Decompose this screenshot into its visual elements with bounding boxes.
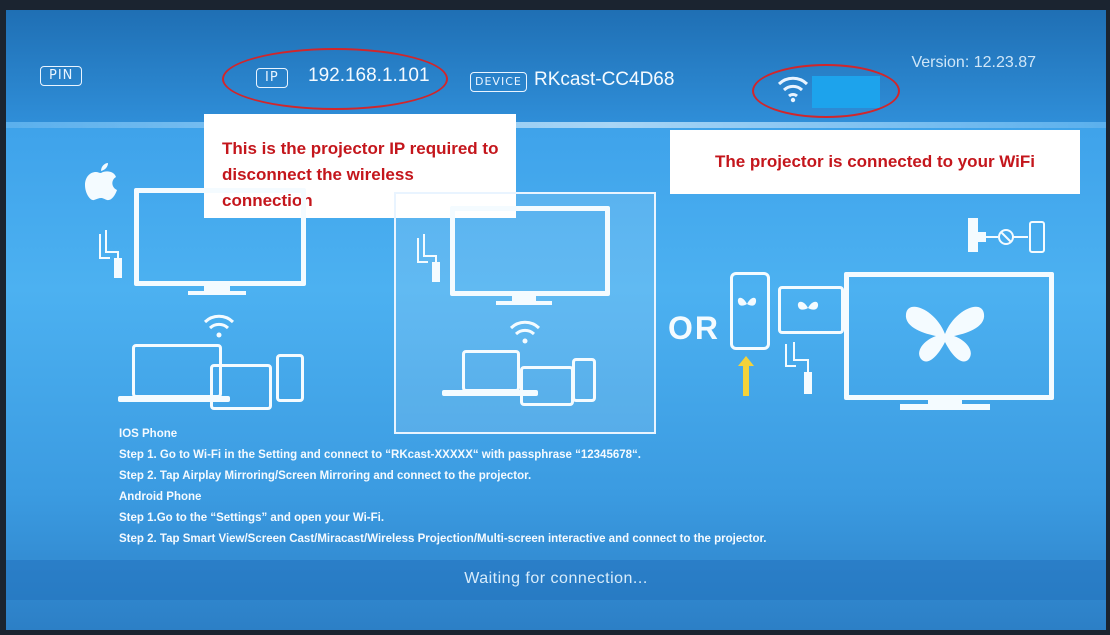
up-arrow-icon <box>738 356 754 396</box>
wifi-annotation-circle <box>752 64 900 118</box>
laptop-icon <box>132 344 222 398</box>
tv-base <box>188 291 246 295</box>
header-divider <box>6 122 1106 128</box>
hdmi-cable-icon <box>99 230 122 278</box>
tv-icon <box>450 206 610 296</box>
butterfly-icon <box>905 306 985 362</box>
tv-base <box>496 301 552 305</box>
usb-icon <box>968 218 1045 253</box>
ios-step-1: Step 1. Go to Wi-Fi in the Setting and c… <box>119 449 641 461</box>
connection-status: Waiting for connection... <box>464 570 648 587</box>
android-title: Android Phone <box>119 491 202 503</box>
projector-screen: PIN IP 192.168.1.101 DEVICE RKcast-CC4D6… <box>6 10 1106 630</box>
ios-title: IOS Phone <box>119 428 178 440</box>
ios-step-2: Step 2. Tap Airplay Mirroring/Screen Mir… <box>119 470 532 482</box>
wifi-callout-text: The projector is connected to your WiFi <box>714 152 1036 171</box>
apple-icon <box>85 163 117 201</box>
butterfly-icon <box>797 301 819 310</box>
android-step-2: Step 2. Tap Smart View/Screen Cast/Mirac… <box>119 533 767 545</box>
usb-icon <box>785 342 812 394</box>
butterfly-icon <box>737 297 757 306</box>
device-name: RKcast-CC4D68 <box>534 69 675 90</box>
ip-annotation-circle <box>222 48 448 110</box>
tv-icon <box>134 188 306 286</box>
tablet-icon <box>520 366 574 406</box>
wifi-icon <box>203 314 235 338</box>
laptop-icon <box>462 350 520 392</box>
wifi-icon <box>509 320 541 344</box>
phone-icon <box>572 358 596 402</box>
phone-icon <box>276 354 304 402</box>
wifi-callout: The projector is connected to your WiFi <box>670 130 1080 194</box>
android-step-1: Step 1.Go to the “Settings” and open you… <box>119 512 385 524</box>
version-label: Version: 12.23.87 <box>911 54 1036 71</box>
tablet-icon <box>210 364 272 410</box>
tv-base <box>900 404 990 410</box>
pin-badge: PIN <box>40 66 83 86</box>
device-badge: DEVICE <box>470 72 527 92</box>
hdmi-cable-icon <box>417 234 440 282</box>
instructions-panel: IOS Phone Step 1. Go to Wi-Fi in the Set… <box>119 424 767 550</box>
or-label: OR <box>668 310 720 346</box>
